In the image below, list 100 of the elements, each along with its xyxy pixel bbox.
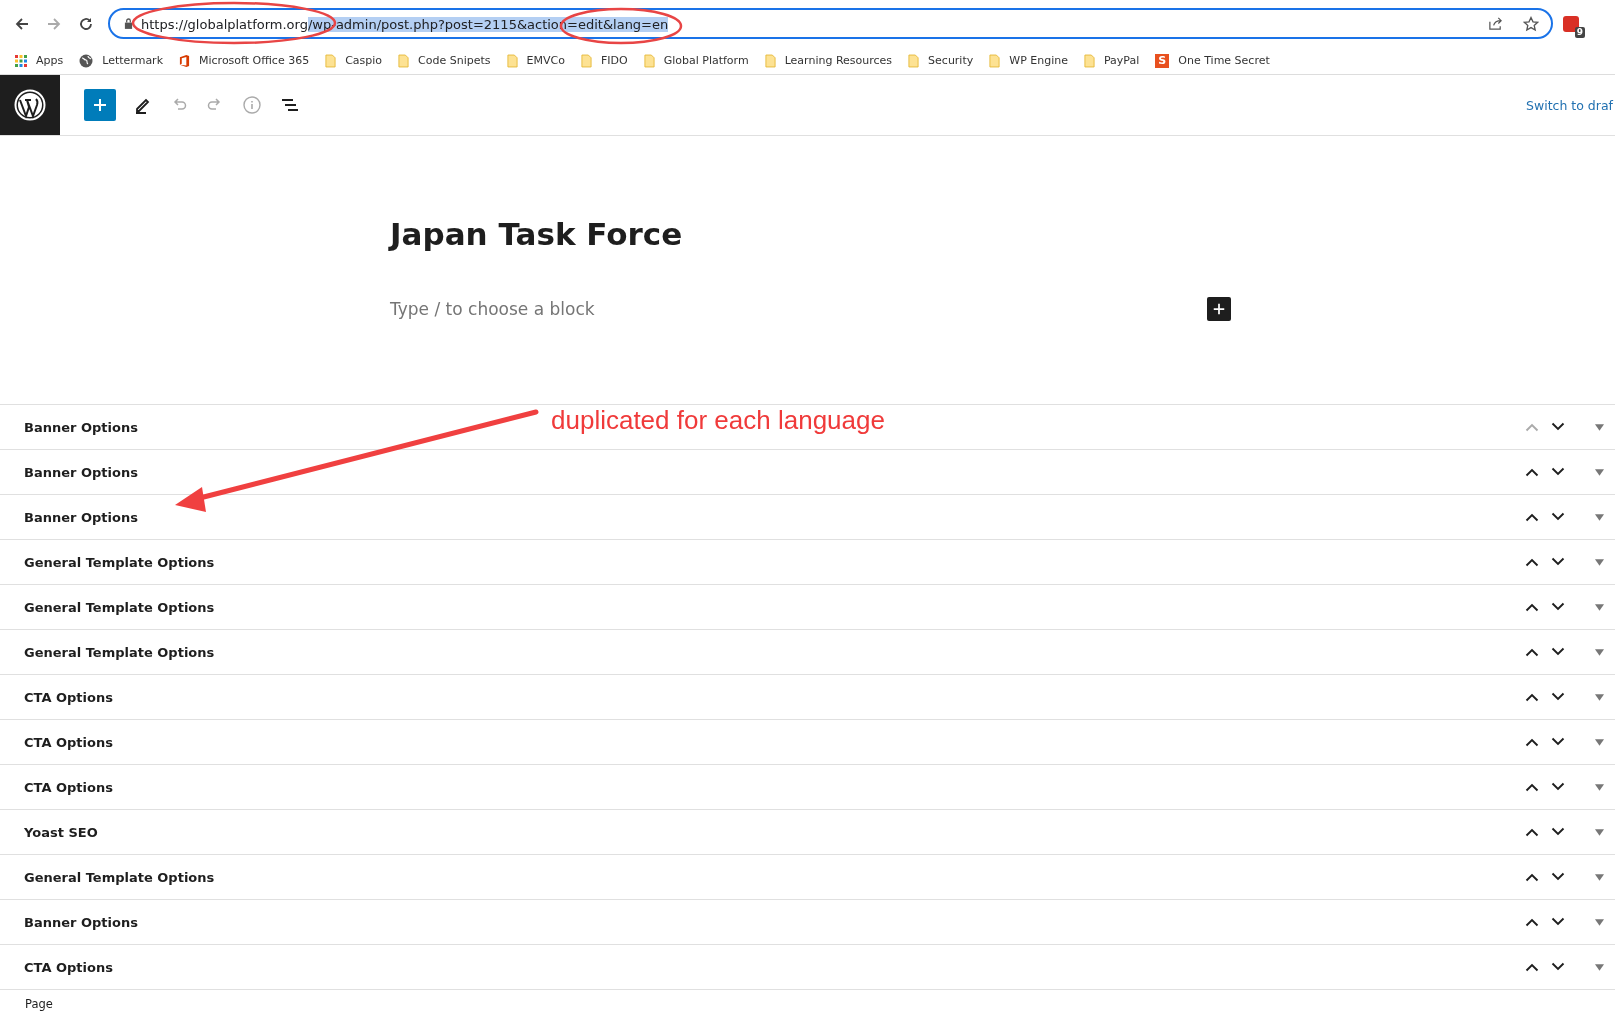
bookmark-link[interactable]: WP Engine — [1009, 54, 1068, 67]
post-title[interactable]: Japan Task Force — [390, 216, 1615, 254]
move-up-icon[interactable] — [1525, 737, 1539, 747]
meta-box-panel[interactable]: CTA Options — [0, 945, 1615, 990]
toggle-triangle-icon[interactable] — [1595, 828, 1604, 836]
toggle-triangle-icon[interactable] — [1595, 603, 1604, 611]
meta-box-panel[interactable]: Banner Options — [0, 450, 1615, 495]
reload-icon[interactable] — [78, 15, 94, 32]
move-down-icon[interactable] — [1551, 737, 1565, 747]
panel-title: General Template Options — [24, 599, 215, 615]
bookmark-link[interactable]: Apps — [36, 54, 64, 67]
move-up-icon[interactable] — [1525, 602, 1539, 612]
meta-box-panel[interactable]: General Template Options — [0, 540, 1615, 585]
annotation-text: duplicated for each language — [551, 405, 885, 436]
toggle-triangle-icon[interactable] — [1595, 558, 1604, 566]
move-down-icon[interactable] — [1551, 602, 1565, 612]
move-up-icon[interactable] — [1525, 557, 1539, 567]
panel-title: General Template Options — [24, 644, 215, 660]
panel-title: Banner Options — [24, 509, 138, 525]
panel-title: General Template Options — [24, 554, 215, 570]
toggle-triangle-icon[interactable] — [1595, 918, 1604, 926]
toggle-triangle-icon[interactable] — [1595, 693, 1604, 701]
star-icon[interactable] — [1523, 15, 1539, 32]
move-up-icon[interactable] — [1525, 512, 1539, 522]
count-badge: 9 — [1574, 26, 1585, 38]
block-inserter-button[interactable] — [1207, 297, 1231, 322]
move-down-icon[interactable] — [1551, 782, 1565, 792]
panel-title: CTA Options — [24, 779, 113, 795]
lock-icon — [124, 18, 133, 29]
bookmark-link[interactable]: PayPal — [1103, 54, 1140, 67]
move-up-icon[interactable] — [1525, 917, 1539, 927]
meta-box-panel[interactable]: CTA Options — [0, 765, 1615, 810]
breadcrumb[interactable]: Page — [25, 996, 53, 1011]
move-up-icon[interactable] — [1525, 782, 1539, 792]
back-icon[interactable] — [14, 15, 30, 32]
folder-icon — [643, 53, 655, 68]
move-down-icon[interactable] — [1551, 827, 1565, 837]
folder-icon — [580, 53, 592, 68]
move-down-icon[interactable] — [1551, 692, 1565, 702]
share-icon[interactable] — [1488, 16, 1503, 31]
move-up-icon[interactable] — [1525, 692, 1539, 702]
move-down-icon[interactable] — [1551, 467, 1565, 477]
panel-title: General Template Options — [24, 869, 215, 885]
meta-box-panel[interactable]: General Template Options — [0, 855, 1615, 900]
move-down-icon[interactable] — [1551, 422, 1565, 432]
move-down-icon[interactable] — [1551, 962, 1565, 972]
meta-box-panel[interactable]: General Template Options — [0, 585, 1615, 630]
meta-box-panel[interactable]: CTA Options — [0, 720, 1615, 765]
toggle-triangle-icon[interactable] — [1595, 963, 1604, 971]
s-logo-icon: S — [1155, 53, 1170, 68]
bookmark-link[interactable]: FIDO — [600, 54, 628, 67]
add-block-button[interactable] — [84, 89, 116, 121]
extension-icon[interactable] — [1563, 15, 1579, 32]
folder-icon — [908, 53, 920, 68]
panel-title: Banner Options — [24, 419, 138, 435]
move-up-icon[interactable] — [1525, 467, 1539, 477]
panel-title: Yoast SEO — [24, 824, 98, 840]
toggle-triangle-icon[interactable] — [1595, 423, 1604, 431]
folder-icon — [398, 53, 410, 68]
move-down-icon[interactable] — [1551, 557, 1565, 567]
switch-to-draft-link[interactable]: Switch to draf — [1526, 97, 1613, 113]
move-up-icon[interactable] — [1525, 647, 1539, 657]
toggle-triangle-icon[interactable] — [1595, 873, 1604, 881]
move-down-icon[interactable] — [1551, 647, 1565, 657]
toggle-triangle-icon[interactable] — [1595, 783, 1604, 791]
bookmark-link[interactable]: EMVCo — [526, 54, 565, 67]
wordpress-logo-icon[interactable] — [0, 75, 60, 135]
move-up-icon[interactable] — [1525, 872, 1539, 882]
move-down-icon[interactable] — [1551, 512, 1565, 522]
meta-box-panel[interactable]: Yoast SEO — [0, 810, 1615, 855]
bookmark-link[interactable]: Microsoft Office 365 — [199, 54, 310, 67]
bookmark-link[interactable]: Global Platform — [663, 54, 749, 67]
move-up-icon[interactable] — [1525, 827, 1539, 837]
folder-icon — [1083, 53, 1095, 68]
panel-title: CTA Options — [24, 734, 113, 750]
panel-title: CTA Options — [24, 959, 113, 975]
bookmark-link[interactable]: One Time Secret — [1178, 54, 1270, 67]
folder-icon — [764, 53, 776, 68]
meta-box-panel[interactable]: CTA Options — [0, 675, 1615, 720]
toggle-triangle-icon[interactable] — [1595, 738, 1604, 746]
bookmark-link[interactable]: Security — [928, 54, 974, 67]
bookmark-link[interactable]: Lettermark — [102, 54, 163, 67]
panel-title: CTA Options — [24, 689, 113, 705]
toggle-triangle-icon[interactable] — [1595, 468, 1604, 476]
toggle-triangle-icon[interactable] — [1595, 648, 1604, 656]
meta-box-panel[interactable]: General Template Options — [0, 630, 1615, 675]
meta-box-panel[interactable]: Banner Options — [0, 900, 1615, 945]
panel-title: Banner Options — [24, 914, 138, 930]
pencil-icon[interactable] — [134, 96, 152, 114]
folder-icon — [989, 53, 1001, 68]
apps-grid-icon — [15, 54, 27, 67]
move-down-icon[interactable] — [1551, 917, 1565, 927]
move-down-icon[interactable] — [1551, 872, 1565, 882]
move-up-icon[interactable] — [1525, 962, 1539, 972]
bookmark-link[interactable]: Learning Resources — [784, 54, 893, 67]
bookmark-link[interactable]: Caspio — [345, 54, 383, 67]
toggle-triangle-icon[interactable] — [1595, 513, 1604, 521]
globe-icon — [79, 53, 94, 68]
block-placeholder[interactable]: Type / to choose a block — [390, 299, 595, 320]
bookmark-link[interactable]: Code Snipets — [418, 54, 491, 67]
